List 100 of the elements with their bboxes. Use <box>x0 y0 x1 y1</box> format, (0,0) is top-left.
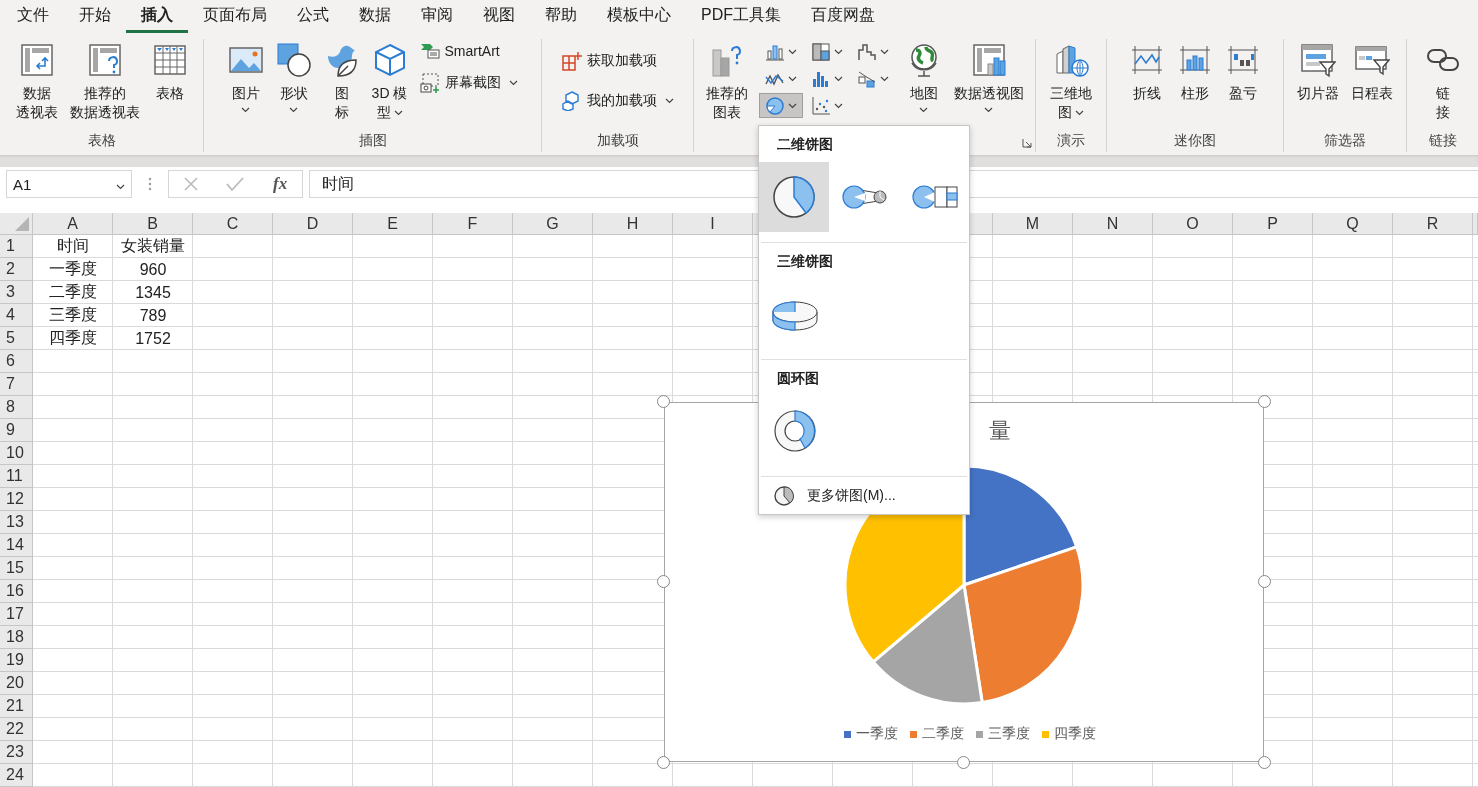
column-header[interactable]: M <box>993 213 1073 235</box>
menu-tab[interactable]: 开始 <box>64 0 126 33</box>
ribbon-button[interactable]: 折线 <box>1124 39 1170 106</box>
section-heading: 三维饼图 <box>777 253 833 269</box>
row-header[interactable]: 4 <box>0 304 33 327</box>
column-header[interactable]: E <box>353 213 433 235</box>
section-heading: 二维饼图 <box>777 136 833 152</box>
drag-handle-icon[interactable] <box>148 177 152 191</box>
ribbon-button[interactable]: 3D 模 型 <box>366 39 413 125</box>
column-header[interactable]: G <box>513 213 593 235</box>
menu-tab[interactable]: 审阅 <box>406 0 468 33</box>
row-header[interactable]: 15 <box>0 557 33 580</box>
row-header[interactable]: 21 <box>0 695 33 718</box>
column-header[interactable]: A <box>33 213 113 235</box>
menu-tab[interactable]: 模板中心 <box>592 0 686 33</box>
menu-tab[interactable]: 视图 <box>468 0 530 33</box>
resize-handle[interactable] <box>657 756 670 769</box>
ribbon-button[interactable]: 推荐的 图表 <box>700 39 753 125</box>
row-header[interactable]: 8 <box>0 396 33 419</box>
chart-option-button[interactable] <box>759 162 829 232</box>
ribbon-button[interactable]: SmartArt <box>414 39 523 63</box>
ribbon-button[interactable]: 数据 透视表 <box>10 39 63 125</box>
column-header[interactable]: P <box>1233 213 1313 235</box>
select-all-icon[interactable] <box>15 217 29 231</box>
row-header[interactable]: 17 <box>0 603 33 626</box>
row-header[interactable]: 12 <box>0 488 33 511</box>
group-label: 插图 <box>358 132 387 150</box>
row-header[interactable]: 16 <box>0 580 33 603</box>
chart-type-button[interactable] <box>758 93 803 118</box>
row-header[interactable]: 22 <box>0 718 33 741</box>
column-header[interactable]: D <box>273 213 353 235</box>
table-cell: 960 <box>139 260 167 279</box>
row-header[interactable]: 11 <box>0 465 33 488</box>
ribbon-button[interactable]: 形状 <box>270 39 317 116</box>
ribbon-button[interactable]: 屏幕截图 <box>414 71 523 95</box>
ribbon-button[interactable]: 获取加载项 <box>556 49 679 73</box>
menu-tab[interactable]: 帮助 <box>530 0 592 33</box>
ribbon-button[interactable]: 我的加载项 <box>556 89 679 113</box>
column-header[interactable]: Q <box>1313 213 1393 235</box>
ribbon-button[interactable]: 地图 <box>900 39 947 116</box>
select-all-button[interactable] <box>0 213 33 235</box>
row-header[interactable]: 9 <box>0 419 33 442</box>
row-header[interactable]: 14 <box>0 534 33 557</box>
table-cell: 1345 <box>135 283 171 302</box>
caret-icon <box>787 75 797 82</box>
table-cell-text: 一季度 <box>49 259 97 279</box>
resize-handle[interactable] <box>1258 395 1271 408</box>
more-charts-item[interactable]: 更多饼图(M)... <box>759 477 969 514</box>
legend-swatch-icon <box>910 730 917 738</box>
insert-function-button[interactable]: fx <box>272 173 289 195</box>
menu-tab[interactable]: 百度网盘 <box>796 0 890 33</box>
row-header[interactable]: 2 <box>0 258 33 281</box>
row-header[interactable]: 24 <box>0 764 33 787</box>
ribbon-button[interactable]: 盈亏 <box>1220 39 1266 106</box>
row-header[interactable]: 1 <box>0 235 33 258</box>
ribbon-button[interactable]: 图片 <box>222 39 269 116</box>
dialog-launcher-icon[interactable] <box>1022 138 1032 148</box>
column-header[interactable]: R <box>1393 213 1473 235</box>
row-header[interactable]: 5 <box>0 327 33 350</box>
screenshot-icon <box>419 73 440 93</box>
column-header[interactable]: I <box>673 213 753 235</box>
column-header[interactable]: B <box>113 213 193 235</box>
column-header[interactable]: H <box>593 213 673 235</box>
row-header[interactable]: 23 <box>0 741 33 764</box>
row-header[interactable]: 19 <box>0 649 33 672</box>
column-header[interactable]: C <box>193 213 273 235</box>
column-header[interactable]: O <box>1153 213 1233 235</box>
row-header[interactable]: 18 <box>0 626 33 649</box>
ribbon-button[interactable]: 日程表 <box>1346 39 1398 106</box>
table-cell-text: 时间 <box>57 236 89 256</box>
ribbon-button[interactable]: 切片器 <box>1292 39 1344 106</box>
chart-title: 量 <box>989 417 1011 445</box>
row-header[interactable]: 10 <box>0 442 33 465</box>
row-header[interactable]: 3 <box>0 281 33 304</box>
row-header[interactable]: 6 <box>0 350 33 373</box>
ribbon-button[interactable]: 表格 <box>146 39 193 106</box>
menu-tab[interactable]: 数据 <box>344 0 406 33</box>
row-header[interactable]: 13 <box>0 511 33 534</box>
menu-tab[interactable]: 页面布局 <box>188 0 282 33</box>
group-label: 链接 <box>1428 132 1457 150</box>
check-icon[interactable] <box>226 176 245 192</box>
menu-tab[interactable]: 文件 <box>2 0 64 33</box>
resize-handle[interactable] <box>1258 756 1271 769</box>
ribbon-button[interactable]: 图 标 <box>318 39 365 125</box>
column-header[interactable]: N <box>1073 213 1153 235</box>
row-header[interactable]: 7 <box>0 373 33 396</box>
ribbon-button[interactable]: 推荐的 数据透视表 <box>64 39 145 125</box>
cancel-icon[interactable] <box>182 176 199 192</box>
ribbon-button[interactable]: 柱形 <box>1172 39 1218 106</box>
name-box[interactable]: A1 <box>6 170 132 198</box>
menu-tab[interactable]: 公式 <box>282 0 344 33</box>
resize-handle[interactable] <box>657 395 670 408</box>
row-header[interactable]: 20 <box>0 672 33 695</box>
table-cell: 789 <box>139 306 167 325</box>
ribbon-button[interactable]: 三维地 图 <box>1045 39 1097 125</box>
column-header[interactable]: F <box>433 213 513 235</box>
menu-tab[interactable]: PDF工具集 <box>686 0 796 33</box>
legend-swatch-icon <box>976 730 983 738</box>
ribbon-button[interactable]: 链 接 <box>1419 39 1466 125</box>
ribbon-button[interactable]: 数据透视图 <box>948 39 1029 116</box>
